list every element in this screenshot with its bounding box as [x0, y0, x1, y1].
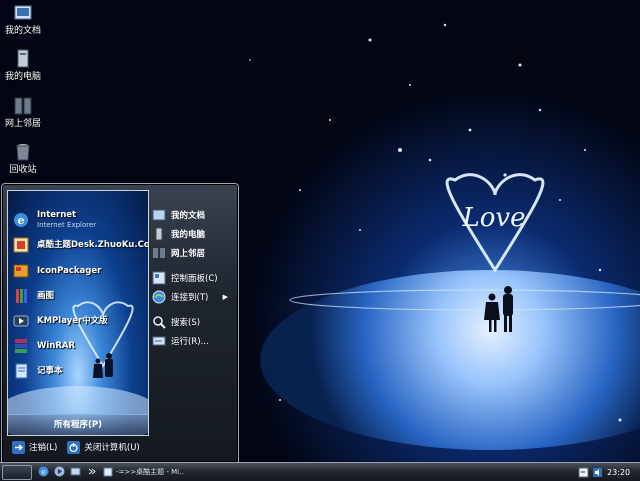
- place-my-computer[interactable]: 我的电脑: [152, 225, 234, 243]
- place-label: 控制面板(C): [171, 274, 218, 284]
- my-documents-icon: [14, 5, 32, 20]
- internet-explorer-icon: e: [14, 213, 28, 227]
- start-menu-footer: 注销(L) 关闭计算机(U): [12, 438, 150, 456]
- shutdown-button[interactable]: 关闭计算机(U): [67, 440, 140, 454]
- control-panel-icon: [152, 271, 166, 285]
- network-places-icon: [153, 248, 165, 258]
- place-label: 网上邻居: [171, 249, 206, 259]
- place-network-places[interactable]: 网上邻居: [152, 244, 234, 262]
- pinned-item-notepad[interactable]: 记事本: [12, 360, 146, 382]
- place-control-panel[interactable]: 控制面板(C): [152, 269, 234, 287]
- place-label: 我的电脑: [171, 230, 206, 240]
- desktop-icon-label: 我的电脑: [4, 72, 41, 82]
- taskbar-button-label: -=>>桌酷主题 - Mi...: [116, 467, 183, 476]
- desktop-icon-label: 回收站: [9, 165, 37, 175]
- pinned-programs-pane: e Internet Internet Explorer 桌酷主题Desk.Zhu…: [7, 190, 149, 436]
- window-icon: [103, 467, 113, 476]
- place-my-documents[interactable]: 我的文档: [152, 206, 234, 224]
- pinned-item-paint[interactable]: 画图: [12, 285, 146, 307]
- desktop-icon-my-computer[interactable]: 我的电脑: [0, 48, 46, 83]
- clock[interactable]: 23:20: [607, 468, 630, 477]
- desktop-icon-my-documents[interactable]: 我的文档: [0, 2, 46, 37]
- my-documents-icon: [152, 209, 166, 221]
- svg-text:e: e: [18, 214, 25, 227]
- shutdown-label: 关闭计算机(U): [84, 443, 140, 453]
- desktop-icon-label: 网上邻居: [4, 119, 41, 129]
- pinned-item-subtitle: Internet Explorer: [37, 221, 97, 229]
- connect-to-icon: [152, 290, 166, 304]
- power-icon: [67, 440, 81, 454]
- system-tray: 23:20: [578, 464, 640, 480]
- svg-text:e: e: [41, 468, 46, 477]
- logoff-label: 注销(L): [29, 443, 58, 453]
- kmplayer-icon: [13, 315, 29, 327]
- taskbar: e -=>>桌酷主题 - Mi... 23:20: [0, 462, 640, 481]
- place-label: 我的文档: [171, 211, 206, 221]
- pinned-item-iconpackager[interactable]: IconPackager: [12, 260, 146, 282]
- search-icon: [153, 316, 166, 329]
- place-connect-to[interactable]: 连接到(T) ▶: [152, 288, 234, 306]
- zhuoku-icon: [13, 237, 29, 253]
- volume-icon[interactable]: [592, 467, 603, 478]
- desktop-icon-network-places[interactable]: 网上邻居: [0, 95, 46, 130]
- iconpackager-icon: [13, 264, 29, 278]
- pinned-item-kmplayer[interactable]: KMPlayer中文版: [12, 310, 146, 332]
- tray-app-icon[interactable]: [578, 467, 589, 478]
- place-label: 搜索(S): [171, 318, 201, 328]
- my-computer-icon: [17, 49, 29, 68]
- show-desktop-icon[interactable]: [70, 466, 81, 477]
- network-places-icon: [14, 97, 32, 115]
- desktop-icon-label: 我的文档: [4, 26, 41, 36]
- pinned-item-internet[interactable]: e Internet Internet Explorer: [12, 209, 146, 231]
- logoff-icon: [12, 440, 25, 454]
- desktop-icon-recycle-bin[interactable]: 回收站: [0, 141, 46, 176]
- run-icon: [152, 336, 166, 346]
- notepad-icon: [15, 363, 28, 379]
- start-button[interactable]: [2, 465, 32, 480]
- quick-launch-chevron-icon[interactable]: [86, 466, 97, 477]
- pinned-item-name: 桌酷主题Desk.ZhuoKu.Com: [37, 240, 149, 250]
- all-programs-button[interactable]: 所有程序(P): [8, 414, 148, 435]
- pinned-item-name: Internet: [37, 210, 77, 220]
- internet-explorer-icon[interactable]: e: [38, 466, 49, 477]
- pinned-item-name: WinRAR: [37, 341, 76, 351]
- place-run[interactable]: 运行(R)...: [152, 332, 234, 350]
- my-computer-icon: [155, 227, 163, 241]
- pinned-item-name: KMPlayer中文版: [37, 316, 108, 326]
- recycle-bin-icon: [16, 144, 30, 161]
- pinned-item-name: 画图: [37, 291, 55, 301]
- pinned-item-zhuoku[interactable]: 桌酷主题Desk.ZhuoKu.Com: [12, 234, 149, 256]
- media-player-icon[interactable]: [54, 466, 65, 477]
- place-search[interactable]: 搜索(S): [152, 313, 234, 331]
- pinned-item-name: IconPackager: [37, 266, 102, 276]
- place-label: 连接到(T): [171, 293, 209, 303]
- winrar-icon: [15, 339, 27, 353]
- start-menu: e Internet Internet Explorer 桌酷主题Desk.Zhu…: [1, 183, 239, 463]
- paint-icon: [16, 289, 27, 303]
- taskbar-button-window[interactable]: -=>>桌酷主题 - Mi...: [103, 465, 183, 478]
- wallpaper-love-text: Love: [462, 203, 526, 233]
- logoff-button[interactable]: 注销(L): [12, 440, 58, 454]
- place-label: 运行(R)...: [171, 337, 209, 347]
- pinned-item-winrar[interactable]: WinRAR: [12, 335, 146, 357]
- submenu-arrow-icon: ▶: [222, 293, 228, 301]
- pinned-item-name: 记事本: [37, 366, 63, 376]
